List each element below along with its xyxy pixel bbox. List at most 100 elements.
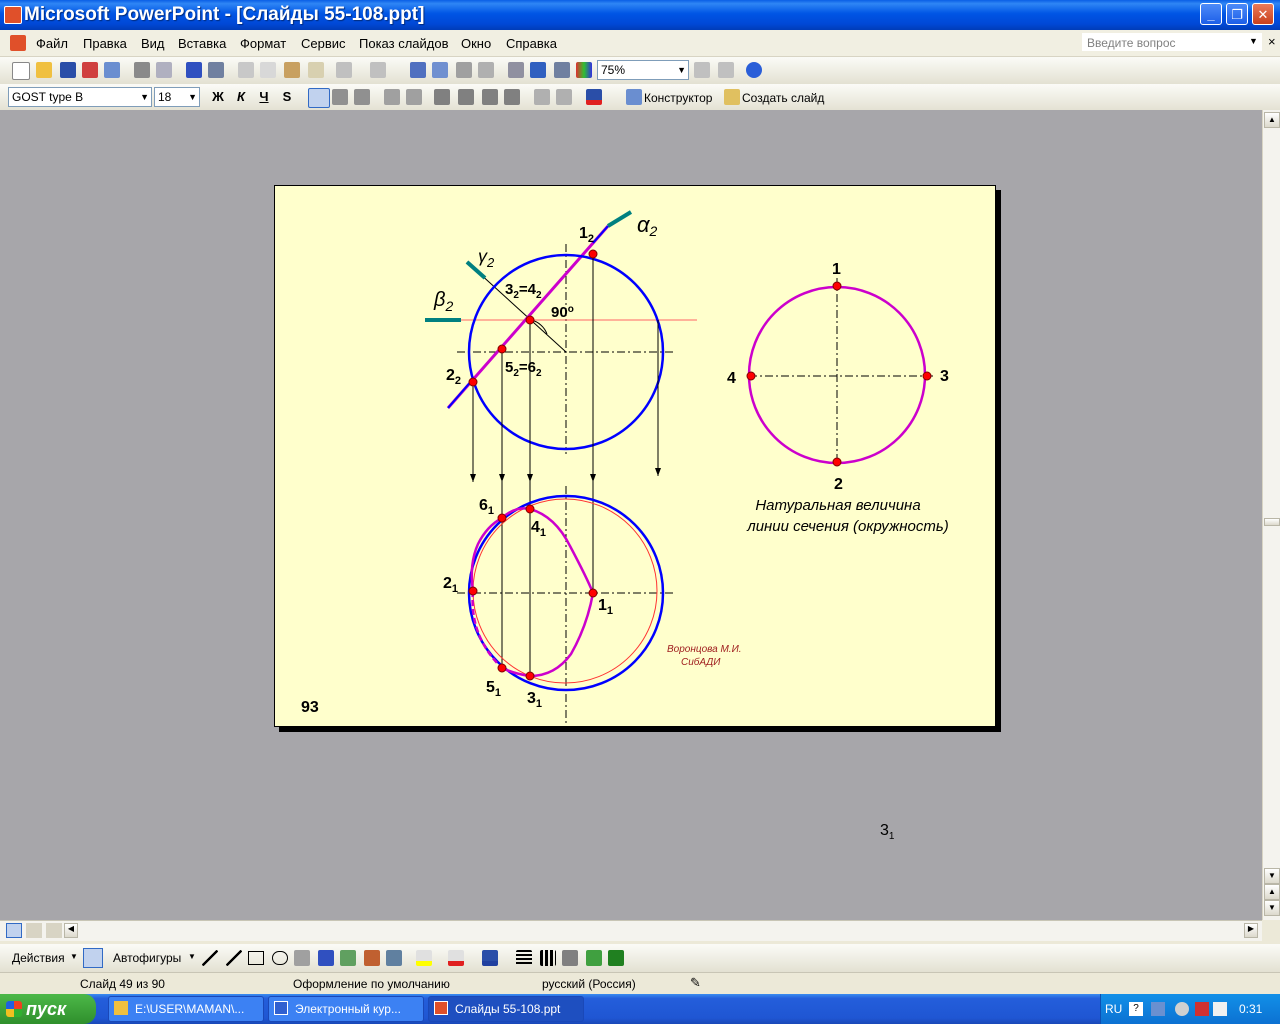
maximize-button[interactable]: ❐: [1226, 3, 1248, 25]
print-preview-icon[interactable]: [156, 62, 172, 78]
menu-view[interactable]: Вид: [141, 36, 165, 51]
cut-icon[interactable]: [238, 62, 254, 78]
normal-view-icon[interactable]: [6, 923, 22, 938]
decrease-indent-icon[interactable]: [534, 89, 550, 105]
help-tray-icon[interactable]: ?: [1129, 1002, 1143, 1016]
save-icon[interactable]: [60, 62, 76, 78]
menu-help[interactable]: Справка: [506, 36, 557, 51]
task-powerpoint[interactable]: Слайды 55-108.ppt: [428, 996, 584, 1022]
underline-button[interactable]: Ч: [254, 88, 274, 106]
design-button[interactable]: Конструктор: [644, 91, 712, 105]
line-tool-icon[interactable]: [202, 950, 218, 966]
superscript-icon[interactable]: [504, 89, 520, 105]
select-objects-icon[interactable]: [83, 948, 103, 968]
task-explorer[interactable]: E:\USER\MAMAN\...: [108, 996, 264, 1022]
text-box-icon[interactable]: [294, 950, 310, 966]
ink-icon[interactable]: [718, 62, 734, 78]
insert-table-icon[interactable]: [432, 62, 448, 78]
actions-dropdown-icon[interactable]: ▼: [70, 952, 78, 961]
shadow-style-icon[interactable]: [586, 950, 602, 966]
line-style-icon[interactable]: [516, 950, 532, 966]
scroll-down-icon[interactable]: ▼: [1264, 868, 1280, 884]
permission-icon[interactable]: [82, 62, 98, 78]
close-document-icon[interactable]: ×: [1268, 34, 1276, 49]
format-painter-icon[interactable]: [308, 62, 324, 78]
open-icon[interactable]: [36, 62, 52, 78]
line-color-icon[interactable]: [448, 950, 464, 966]
tables-borders-icon[interactable]: [456, 62, 472, 78]
decrease-font-icon[interactable]: [458, 89, 474, 105]
picture-icon[interactable]: [386, 950, 402, 966]
slide[interactable]: α2 β2 γ2 12 32=42 90o 52=62 22 61 41 21 …: [274, 185, 996, 727]
menu-format[interactable]: Формат: [240, 36, 286, 51]
align-right-icon[interactable]: [354, 89, 370, 105]
symbol-icon[interactable]: [694, 62, 710, 78]
scroll-thumb[interactable]: [1264, 518, 1280, 526]
copy-icon[interactable]: [260, 62, 276, 78]
wordart-icon[interactable]: [318, 950, 334, 966]
increase-font-icon[interactable]: [434, 89, 450, 105]
scroll-right-icon[interactable]: ▶: [1244, 923, 1258, 938]
bold-button[interactable]: Ж: [208, 88, 228, 106]
subscript-icon[interactable]: [482, 89, 498, 105]
new-icon[interactable]: [12, 62, 30, 80]
menu-window[interactable]: Окно: [461, 36, 491, 51]
oval-tool-icon[interactable]: [272, 951, 288, 965]
mail-tray-icon[interactable]: [1213, 1002, 1227, 1016]
paste-icon[interactable]: [284, 62, 300, 78]
vertical-scrollbar[interactable]: ▲ ▼ ▲ ▼: [1262, 110, 1280, 920]
scroll-up-icon[interactable]: ▲: [1264, 112, 1280, 128]
color-grayscale-icon[interactable]: [576, 62, 592, 78]
clip-art-icon[interactable]: [364, 950, 380, 966]
diagram-icon[interactable]: [340, 950, 356, 966]
autoshapes-menu[interactable]: Автофигуры: [113, 951, 181, 965]
minimize-button[interactable]: _: [1200, 3, 1222, 25]
fill-color-icon[interactable]: [416, 950, 432, 966]
redo-icon[interactable]: [370, 62, 386, 78]
language-indicator[interactable]: RU: [1105, 1002, 1122, 1016]
update-tray-icon[interactable]: [1175, 1002, 1189, 1016]
help-icon[interactable]: [746, 62, 762, 78]
menu-edit[interactable]: Правка: [83, 36, 127, 51]
menu-tools[interactable]: Сервис: [301, 36, 346, 51]
align-center-icon[interactable]: [332, 89, 348, 105]
3d-style-icon[interactable]: [608, 950, 624, 966]
font-color-icon[interactable]: [586, 89, 602, 105]
print-icon[interactable]: [134, 62, 150, 78]
network-tray-icon[interactable]: [1151, 1002, 1165, 1016]
italic-button[interactable]: К: [231, 88, 251, 106]
document-icon[interactable]: [10, 35, 26, 51]
research-icon[interactable]: [208, 62, 224, 78]
email-icon[interactable]: [104, 62, 120, 78]
show-formatting-icon[interactable]: [530, 62, 546, 78]
floating-label-3-1[interactable]: 31: [880, 822, 894, 842]
font-size-select[interactable]: 18 ▼: [154, 87, 200, 107]
show-grid-icon[interactable]: [554, 62, 570, 78]
autoshapes-dropdown-icon[interactable]: ▼: [188, 952, 196, 961]
expand-all-icon[interactable]: [508, 62, 524, 78]
ask-question-input[interactable]: Введите вопрос: [1082, 33, 1262, 51]
increase-indent-icon[interactable]: [556, 89, 572, 105]
slideshow-view-icon[interactable]: [46, 923, 62, 938]
antivirus-tray-icon[interactable]: [1195, 1002, 1209, 1016]
draw-font-color-icon[interactable]: [482, 950, 498, 966]
bullets-icon[interactable]: [406, 89, 422, 105]
menu-file[interactable]: Файл: [36, 36, 68, 51]
spelling-status-icon[interactable]: ✎: [690, 975, 701, 991]
spelling-icon[interactable]: [186, 62, 202, 78]
actions-menu[interactable]: Действия: [12, 951, 65, 965]
shadow-button[interactable]: S: [277, 88, 297, 106]
previous-slide-icon[interactable]: ▲: [1264, 884, 1280, 900]
slide-sorter-view-icon[interactable]: [26, 923, 42, 938]
ask-dropdown-icon[interactable]: ▼: [1249, 36, 1258, 46]
next-slide-icon[interactable]: ▼: [1264, 900, 1280, 916]
align-left-icon[interactable]: [308, 88, 330, 108]
menu-insert[interactable]: Вставка: [178, 36, 226, 51]
dash-style-icon[interactable]: [540, 950, 556, 966]
zoom-select[interactable]: 75% ▼: [597, 60, 689, 80]
close-button[interactable]: ✕: [1252, 3, 1274, 25]
powerpoint-app-icon[interactable]: [4, 6, 22, 24]
undo-icon[interactable]: [336, 62, 352, 78]
menu-slideshow[interactable]: Показ слайдов: [359, 36, 449, 51]
new-slide-button[interactable]: Создать слайд: [742, 91, 824, 105]
